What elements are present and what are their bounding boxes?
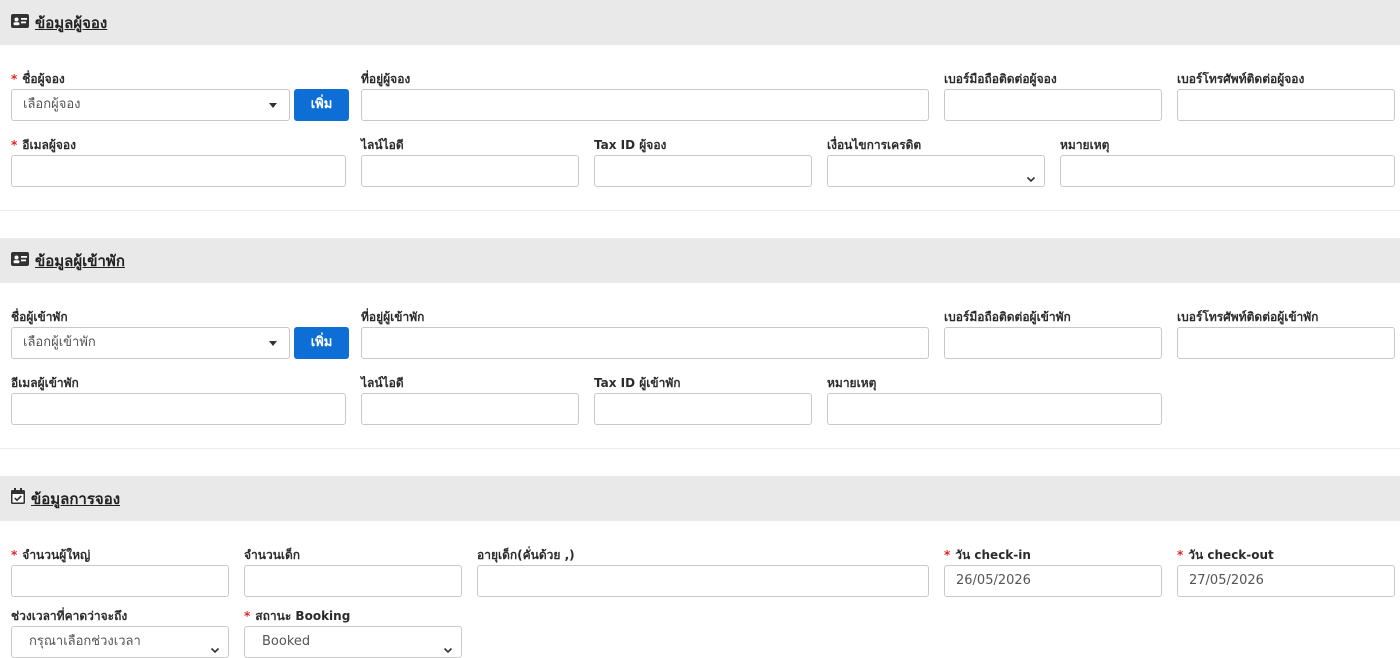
- checkout-label: * วัน check-out: [1177, 546, 1274, 565]
- arrival-time-select[interactable]: กรุณาเลือกช่วงเวลา: [11, 626, 229, 658]
- section-divider: [0, 210, 1400, 211]
- required-mark: *: [11, 548, 18, 562]
- booker-mobile-label: เบอร์มือถือติดต่อผู้จอง: [944, 72, 1057, 86]
- calendar-check-icon: [11, 488, 25, 508]
- checkout-date-input[interactable]: 27/05/2026: [1177, 565, 1395, 597]
- status-label-text: สถานะ Booking: [255, 609, 351, 623]
- booker-address-input[interactable]: [361, 89, 929, 121]
- booker-line-label: ไลน์ไอดี: [361, 138, 404, 152]
- guest-name-select[interactable]: เลือกผู้เข้าพัก: [11, 327, 290, 359]
- chevron-down-icon: [210, 637, 220, 657]
- required-mark: *: [244, 609, 251, 623]
- children-input[interactable]: [244, 565, 462, 597]
- booker-phone-input[interactable]: [1177, 89, 1395, 121]
- guest-mobile-input[interactable]: [944, 327, 1162, 359]
- booker-taxid-label: Tax ID ผู้จอง: [594, 138, 667, 152]
- section-divider: [0, 448, 1400, 449]
- booking-section-header: ข้อมูลการจอง: [0, 476, 1400, 521]
- booker-section-header: ข้อมูลผู้จอง: [0, 0, 1400, 45]
- caret-down-icon: [269, 341, 277, 346]
- booker-credit-select[interactable]: [827, 155, 1045, 187]
- chevron-down-icon: [443, 637, 453, 657]
- required-mark: *: [11, 72, 18, 86]
- guest-note-label: หมายเหตุ: [827, 376, 877, 390]
- child-age-input[interactable]: [477, 565, 929, 597]
- guest-name-select-value: เลือกผู้เข้าพัก: [23, 335, 96, 350]
- guest-line-label: ไลน์ไอดี: [361, 376, 404, 390]
- booker-name-select-value: เลือกผู้จอง: [23, 97, 81, 112]
- booking-status-select[interactable]: Booked: [244, 626, 462, 658]
- guest-phone-label: เบอร์โทรศัพท์ติดต่อผู้เข้าพัก: [1177, 310, 1319, 324]
- booker-address-label: ที่อยู่ผู้จอง: [361, 72, 411, 86]
- booker-name-label-text: ชื่อผู้จอง: [22, 72, 65, 86]
- guest-section-title: ข้อมูลผู้เข้าพัก: [35, 252, 125, 270]
- arrival-time-value: กรุณาเลือกช่วงเวลา: [29, 634, 141, 649]
- booker-line-input[interactable]: [361, 155, 579, 187]
- booker-email-label: * อีเมลผู้จอง: [11, 136, 76, 155]
- required-mark: *: [11, 138, 18, 152]
- adults-input[interactable]: [11, 565, 229, 597]
- booker-credit-label: เงื่อนไขการเครดิต: [827, 138, 922, 152]
- booker-phone-label: เบอร์โทรศัพท์ติดต่อผู้จอง: [1177, 72, 1305, 86]
- guest-section-header: ข้อมูลผู้เข้าพัก: [0, 238, 1400, 283]
- booker-mobile-input[interactable]: [944, 89, 1162, 121]
- booking-section-title: ข้อมูลการจอง: [31, 490, 121, 508]
- guest-taxid-input[interactable]: [594, 393, 812, 425]
- checkin-label: * วัน check-in: [944, 546, 1031, 565]
- checkin-label-text: วัน check-in: [955, 548, 1031, 562]
- id-card-icon: [11, 251, 29, 270]
- checkin-date-input[interactable]: 26/05/2026: [944, 565, 1162, 597]
- booker-taxid-input[interactable]: [594, 155, 812, 187]
- guest-email-label: อีเมลผู้เข้าพัก: [11, 376, 79, 390]
- checkout-label-text: วัน check-out: [1188, 548, 1274, 562]
- children-label: จำนวนเด็ก: [244, 548, 301, 562]
- booker-note-input[interactable]: [1060, 155, 1395, 187]
- required-mark: *: [1177, 548, 1184, 562]
- adults-label-text: จำนวนผู้ใหญ่: [22, 548, 91, 562]
- guest-note-input[interactable]: [827, 393, 1162, 425]
- booker-note-label: หมายเหตุ: [1060, 138, 1110, 152]
- caret-down-icon: [269, 103, 277, 108]
- booker-name-label: * ชื่อผู้จอง: [11, 70, 65, 89]
- add-booker-button[interactable]: เพิ่ม: [294, 89, 349, 121]
- required-mark: *: [944, 548, 951, 562]
- booker-name-select[interactable]: เลือกผู้จอง: [11, 89, 290, 121]
- guest-name-label: ชื่อผู้เข้าพัก: [11, 310, 68, 324]
- id-card-icon: [11, 13, 29, 32]
- guest-line-input[interactable]: [361, 393, 579, 425]
- booker-email-input[interactable]: [11, 155, 346, 187]
- guest-address-input[interactable]: [361, 327, 929, 359]
- booker-email-label-text: อีเมลผู้จอง: [22, 138, 76, 152]
- guest-taxid-label: Tax ID ผู้เข้าพัก: [594, 376, 681, 390]
- chevron-down-icon: [1026, 166, 1036, 186]
- status-label: * สถานะ Booking: [244, 607, 350, 626]
- guest-address-label: ที่อยู่ผู้เข้าพัก: [361, 310, 425, 324]
- guest-phone-input[interactable]: [1177, 327, 1395, 359]
- add-guest-button[interactable]: เพิ่ม: [294, 327, 349, 359]
- child-age-label: อายุเด็ก(คั่นด้วย ,): [477, 548, 575, 562]
- adults-label: * จำนวนผู้ใหญ่: [11, 546, 90, 565]
- arrival-label: ช่วงเวลาที่คาดว่าจะถึง: [11, 609, 128, 623]
- booker-section-title: ข้อมูลผู้จอง: [35, 14, 108, 32]
- guest-email-input[interactable]: [11, 393, 346, 425]
- guest-mobile-label: เบอร์มือถือติดต่อผู้เข้าพัก: [944, 310, 1071, 324]
- booking-status-value: Booked: [262, 634, 311, 649]
